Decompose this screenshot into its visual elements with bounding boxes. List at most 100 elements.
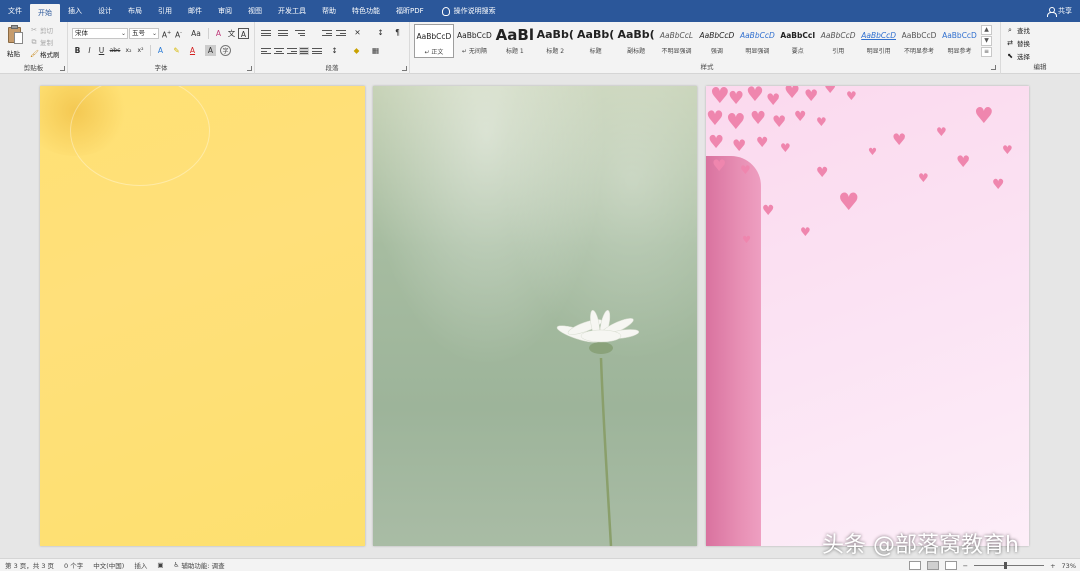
styles-gallery-scroll[interactable]: ▲ ▼ ≡ (981, 25, 992, 58)
chinese-layout-icon[interactable]: ✕ (352, 27, 363, 38)
enclose-characters-icon[interactable]: 字 (220, 45, 231, 56)
style-heading-2[interactable]: AaBb( 标题 2 (535, 24, 575, 58)
font-launcher-icon[interactable] (247, 66, 252, 71)
align-right-icon[interactable] (287, 48, 297, 56)
more-styles-icon[interactable]: ≡ (981, 47, 992, 57)
format-painter-button[interactable]: 🖌 格式刷 (30, 49, 60, 59)
tell-me-search[interactable]: 操作说明搜索 (432, 0, 496, 22)
zoom-level[interactable]: 73% (1062, 562, 1076, 570)
font-size-select[interactable]: 五号 ⌄ (129, 28, 159, 39)
bullets-icon[interactable] (261, 30, 271, 38)
align-center-icon[interactable] (274, 48, 284, 56)
copy-label: 复制 (40, 39, 53, 47)
read-mode-icon[interactable] (908, 561, 921, 570)
shading-icon[interactable]: ◆ (351, 45, 362, 56)
tab-insert[interactable]: 插入 (60, 0, 90, 22)
clear-formatting-icon[interactable]: A (213, 28, 224, 39)
tab-mailings[interactable]: 邮件 (180, 0, 210, 22)
page-1-sunflower-background[interactable] (40, 86, 365, 546)
ribbon: 粘贴 ✂ 剪切 ⧉ 复制 🖌 格式刷 剪贴板 宋体 ⌄ 五号 ⌄ A+ A- A… (0, 22, 1080, 74)
zoom-slider[interactable] (974, 562, 1045, 569)
tab-home[interactable]: 开始 (30, 4, 60, 22)
style-quote[interactable]: AaBbCcD 引用 (818, 24, 858, 58)
borders-icon[interactable]: ▦ (370, 45, 381, 56)
style-emphasis[interactable]: AaBbCcD 强调 (697, 24, 737, 58)
phonetic-guide-icon[interactable]: 文 (226, 28, 237, 39)
italic-icon[interactable]: I (84, 45, 95, 56)
select-button[interactable]: ⬉ 选择 (1006, 51, 1030, 61)
chevron-up-icon[interactable]: ▲ (981, 25, 992, 35)
page-3-heart-tree-background[interactable]: ♥ ♥ ♥ ♥ ♥ ♥ ♥ ♥ ♥ ♥ ♥ ♥ ♥ ♥ ♥ ♥ ♥ ♥ ♥ ♥ … (706, 86, 1029, 546)
multilevel-list-icon[interactable] (295, 30, 305, 38)
highlight-icon[interactable]: ✎ (171, 45, 182, 56)
find-button[interactable]: ⌕ 查找 (1006, 25, 1030, 35)
clipboard-launcher-icon[interactable] (60, 66, 65, 71)
paste-button[interactable] (6, 25, 24, 47)
decrease-indent-icon[interactable] (322, 30, 332, 38)
word-count[interactable]: 0 个字 (59, 560, 88, 570)
tab-file[interactable]: 文件 (0, 0, 30, 22)
style-intense-emphasis[interactable]: AaBbCcD 明显强调 (737, 24, 777, 58)
page-count[interactable]: 第 3 页，共 3 页 (0, 560, 59, 570)
copy-button[interactable]: ⧉ 复制 (30, 37, 54, 47)
increase-indent-icon[interactable] (336, 30, 346, 38)
justify-icon[interactable] (299, 47, 309, 55)
font-name-select[interactable]: 宋体 ⌄ (72, 28, 128, 39)
character-shading-icon[interactable]: A (205, 45, 216, 56)
align-left-icon[interactable] (261, 48, 271, 56)
paragraph-launcher-icon[interactable] (402, 66, 407, 71)
superscript-icon[interactable]: x² (135, 45, 146, 56)
sort-icon[interactable]: ↕ (375, 27, 386, 38)
insert-mode[interactable]: 插入 (129, 560, 152, 570)
style-no-spacing[interactable]: AaBbCcD ↵ 无间隔 (454, 24, 494, 58)
tab-help[interactable]: 帮助 (314, 0, 344, 22)
style-intense-reference[interactable]: AaBbCcD 明显参考 (940, 24, 980, 58)
web-layout-icon[interactable] (944, 561, 957, 570)
distributed-icon[interactable] (312, 48, 322, 56)
replace-button[interactable]: ⇄ 替换 (1006, 38, 1030, 48)
zoom-slider-thumb[interactable] (1004, 562, 1008, 569)
style-heading-1[interactable]: AaBl 标题 1 (495, 24, 535, 58)
tab-references[interactable]: 引用 (150, 0, 180, 22)
style-subtle-emphasis[interactable]: AaBbCcL 不明显强调 (657, 24, 697, 58)
tab-developer[interactable]: 开发工具 (270, 0, 314, 22)
subscript-icon[interactable]: x₂ (123, 45, 134, 56)
macro-record-icon[interactable]: ▣ (152, 561, 168, 569)
accessibility-status[interactable]: ♿ 辅助功能: 调查 (168, 560, 229, 570)
bold-icon[interactable]: B (72, 45, 83, 56)
change-case-icon[interactable]: Aa (189, 28, 203, 39)
grow-font-icon[interactable]: A+ (161, 28, 172, 40)
style-intense-quote[interactable]: AaBbCcD 明显引用 (859, 24, 899, 58)
page-2-daisy-background[interactable] (373, 86, 697, 546)
numbering-icon[interactable] (278, 30, 288, 38)
chevron-down-icon[interactable]: ▼ (981, 36, 992, 46)
tab-design[interactable]: 设计 (90, 0, 120, 22)
underline-icon[interactable]: U (96, 45, 107, 56)
tab-review[interactable]: 审阅 (210, 0, 240, 22)
tab-foxit-pdf[interactable]: 福昕PDF (388, 0, 432, 22)
cut-button[interactable]: ✂ 剪切 (30, 25, 53, 35)
styles-launcher-icon[interactable] (991, 65, 996, 70)
style-subtitle[interactable]: AaBb( 副标题 (616, 24, 656, 58)
show-marks-icon[interactable]: ¶ (392, 27, 403, 38)
tab-layout[interactable]: 布局 (120, 0, 150, 22)
zoom-out-icon[interactable]: − (963, 562, 968, 570)
clipboard-group: 粘贴 ✂ 剪切 ⧉ 复制 🖌 格式刷 剪贴板 (0, 22, 68, 74)
language[interactable]: 中文(中国) (88, 560, 129, 570)
style-subtle-reference[interactable]: AaBbCcD 不明显参考 (899, 24, 939, 58)
style-title[interactable]: AaBb( 标题 (576, 24, 616, 58)
print-layout-icon[interactable] (926, 561, 939, 570)
style-normal[interactable]: AaBbCcD ↵ 正文 (414, 24, 454, 58)
strikethrough-icon[interactable]: abc (108, 45, 122, 56)
tab-features[interactable]: 特色功能 (344, 0, 388, 22)
tab-view[interactable]: 视图 (240, 0, 270, 22)
character-border-icon[interactable]: A (238, 28, 249, 39)
document-area[interactable]: ♥ ♥ ♥ ♥ ♥ ♥ ♥ ♥ ♥ ♥ ♥ ♥ ♥ ♥ ♥ ♥ ♥ ♥ ♥ ♥ … (0, 74, 1080, 558)
style-strong[interactable]: AaBbCcI 要点 (778, 24, 818, 58)
zoom-in-icon[interactable]: + (1050, 562, 1055, 570)
line-spacing-icon[interactable]: ↕ (329, 45, 340, 56)
share-button[interactable]: 共享 (1047, 0, 1072, 22)
font-color-icon[interactable]: A (187, 45, 198, 56)
text-effects-icon[interactable]: A (155, 45, 166, 56)
shrink-font-icon[interactable]: A- (173, 28, 184, 40)
